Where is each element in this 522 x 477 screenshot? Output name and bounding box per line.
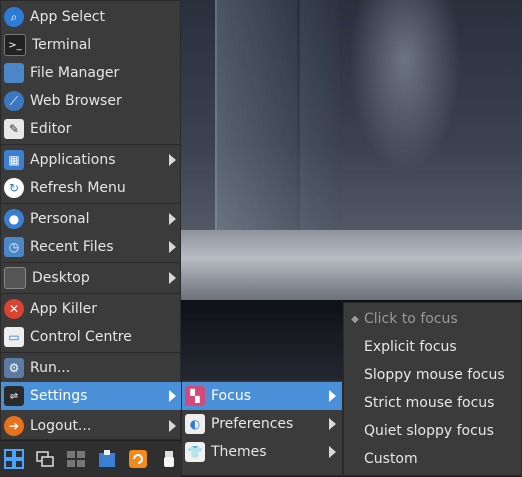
menu-separator xyxy=(1,352,180,353)
menu-item-personal[interactable]: ● Personal xyxy=(1,205,182,233)
menu-item-refresh-menu[interactable]: ↻ Refresh Menu xyxy=(1,174,182,202)
menu-item-themes[interactable]: 👕 Themes xyxy=(182,438,342,466)
menu-item-desktop[interactable]: Desktop xyxy=(1,264,182,292)
themes-icon: 👕 xyxy=(185,442,205,462)
package-icon[interactable] xyxy=(94,446,119,472)
menu-item-control-centre[interactable]: ▭ Control Centre xyxy=(1,323,182,351)
submenu-arrow-icon xyxy=(329,390,336,402)
logout-icon: ➔ xyxy=(4,416,24,436)
submenu-arrow-icon xyxy=(169,241,176,253)
refresh-icon: ↻ xyxy=(4,178,24,198)
main-menu: ⌕ App Select >_ Terminal File Manager ⟋ … xyxy=(0,0,182,440)
menu-item-label: App Select xyxy=(30,9,105,25)
globe-icon: ⟋ xyxy=(4,91,24,111)
menu-item-app-killer[interactable]: ✕ App Killer xyxy=(1,295,182,323)
menu-item-label: Applications xyxy=(30,152,116,168)
menu-item-label: Recent Files xyxy=(30,239,114,255)
menu-item-applications[interactable]: ▦ Applications xyxy=(1,146,182,174)
settings-submenu: ▚ Focus ◐ Preferences 👕 Themes xyxy=(181,380,343,476)
menu-item-label: Quiet sloppy focus xyxy=(364,423,494,439)
menu-item-label: Refresh Menu xyxy=(30,180,126,196)
menu-separator xyxy=(1,293,180,294)
taskbar xyxy=(0,440,181,477)
menu-item-web-browser[interactable]: ⟋ Web Browser xyxy=(1,87,182,115)
menu-item-sloppy-mouse-focus[interactable]: Sloppy mouse focus xyxy=(344,361,521,389)
menu-item-label: Themes xyxy=(211,444,267,460)
menu-item-label: Run... xyxy=(30,360,71,376)
menu-item-label: Explicit focus xyxy=(364,339,457,355)
focus-submenu: ◆ Click to focus Explicit focus Sloppy m… xyxy=(343,302,522,476)
menu-item-label: File Manager xyxy=(30,65,120,81)
submenu-arrow-icon xyxy=(169,213,176,225)
submenu-arrow-icon xyxy=(169,272,176,284)
windows-grid-icon[interactable] xyxy=(2,446,27,472)
submenu-arrow-icon xyxy=(329,446,336,458)
focus-icon: ▚ xyxy=(185,386,205,406)
menu-item-terminal[interactable]: >_ Terminal xyxy=(1,31,182,59)
terminal-icon: >_ xyxy=(4,34,26,56)
menu-item-label: Terminal xyxy=(32,37,92,53)
folder-icon xyxy=(4,63,24,83)
menu-item-click-to-focus[interactable]: ◆ Click to focus xyxy=(344,305,521,333)
menu-item-label: Personal xyxy=(30,211,90,227)
menu-item-logout[interactable]: ➔ Logout... xyxy=(1,412,182,440)
menu-item-label: Sloppy mouse focus xyxy=(364,367,505,383)
menu-item-label: App Killer xyxy=(30,301,98,317)
close-icon: ✕ xyxy=(4,299,24,319)
desktop-icon xyxy=(4,267,26,289)
search-icon: ⌕ xyxy=(4,7,24,27)
submenu-arrow-icon xyxy=(169,390,176,402)
menu-item-file-manager[interactable]: File Manager xyxy=(1,59,182,87)
usb-icon[interactable] xyxy=(156,446,181,472)
menu-item-app-select[interactable]: ⌕ App Select xyxy=(1,3,182,31)
recent-folder-icon: ◷ xyxy=(4,237,24,257)
menu-item-run[interactable]: ⚙ Run... xyxy=(1,354,182,382)
menu-item-strict-mouse-focus[interactable]: Strict mouse focus xyxy=(344,389,521,417)
applications-icon: ▦ xyxy=(4,150,24,170)
wallpaper-floor xyxy=(181,230,522,300)
menu-separator xyxy=(1,203,180,204)
menu-item-quiet-sloppy-focus[interactable]: Quiet sloppy focus xyxy=(344,417,521,445)
menu-item-label: Settings xyxy=(30,388,88,404)
menu-item-editor[interactable]: ✎ Editor xyxy=(1,115,182,143)
menu-separator xyxy=(1,144,180,145)
menu-item-preferences[interactable]: ◐ Preferences xyxy=(182,410,342,438)
reload-icon[interactable] xyxy=(125,446,150,472)
settings-icon: ⇌ xyxy=(4,386,24,406)
control-centre-icon: ▭ xyxy=(4,327,24,347)
window-list-icon[interactable] xyxy=(33,446,58,472)
selected-diamond-icon: ◆ xyxy=(351,313,359,325)
menu-item-recent-files[interactable]: ◷ Recent Files xyxy=(1,233,182,261)
editor-icon: ✎ xyxy=(4,119,24,139)
menu-item-label: Logout... xyxy=(30,418,92,434)
menu-separator xyxy=(1,262,180,263)
menu-item-custom[interactable]: Custom xyxy=(344,445,521,473)
menu-item-label: Web Browser xyxy=(30,93,122,109)
menu-item-focus[interactable]: ▚ Focus xyxy=(182,382,342,410)
menu-item-label: Strict mouse focus xyxy=(364,395,495,411)
menu-item-label: Control Centre xyxy=(30,329,132,345)
preferences-icon: ◐ xyxy=(185,414,205,434)
menu-item-label: Click to focus xyxy=(364,311,458,327)
menu-item-label: Editor xyxy=(30,121,72,137)
run-gear-icon: ⚙ xyxy=(4,358,24,378)
submenu-arrow-icon xyxy=(329,418,336,430)
menu-item-label: Focus xyxy=(211,388,251,404)
submenu-arrow-icon xyxy=(169,420,176,432)
menu-item-explicit-focus[interactable]: Explicit focus xyxy=(344,333,521,361)
menu-item-settings[interactable]: ⇌ Settings xyxy=(1,382,182,410)
menu-item-label: Preferences xyxy=(211,416,294,432)
menu-item-label: Custom xyxy=(364,451,418,467)
workspaces-icon[interactable] xyxy=(64,446,89,472)
submenu-arrow-icon xyxy=(169,154,176,166)
menu-item-label: Desktop xyxy=(32,270,90,286)
user-icon: ● xyxy=(4,209,24,229)
